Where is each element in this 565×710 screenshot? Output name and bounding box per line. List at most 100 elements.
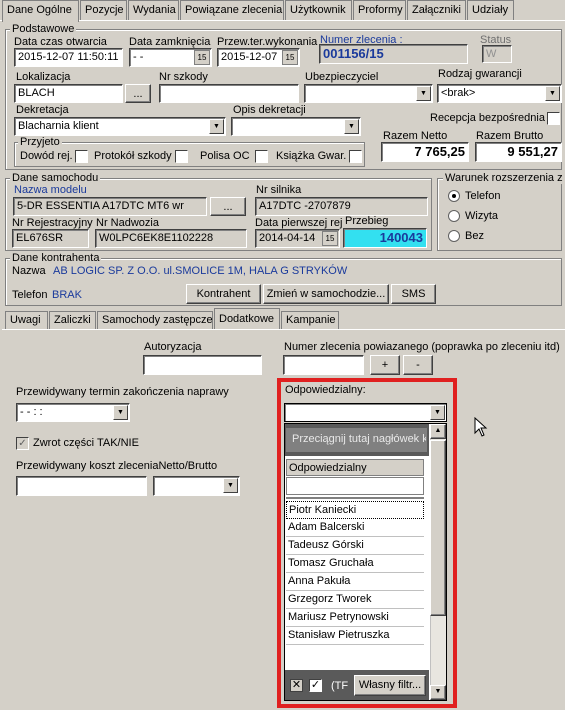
opis-dekretacji-select[interactable]: ▼ <box>231 117 361 136</box>
close-icon[interactable]: ✕ <box>290 679 303 692</box>
scroll-thumb[interactable] <box>430 440 446 616</box>
termin-value: - - : : <box>20 406 43 418</box>
chevron-down-icon[interactable]: ▼ <box>209 119 224 134</box>
koszt-netto-field[interactable] <box>16 476 147 496</box>
kontrahent-nazwa-label: Nazwa <box>12 265 46 277</box>
calendar-icon[interactable]: 15 <box>194 50 210 65</box>
tab-udzialy[interactable]: Udziały <box>467 0 514 20</box>
list-item[interactable]: Anna Pakuła <box>286 573 424 591</box>
chevron-down-icon[interactable]: ▼ <box>545 86 560 101</box>
minus-button[interactable]: - <box>403 355 433 375</box>
kontrahent-nazwa-value: AB LOGIC SP. Z O.O. ul.SMOLICE 1M, HALA … <box>53 265 348 277</box>
chevron-down-icon[interactable]: ▼ <box>344 119 359 134</box>
data-pierwszej-label: Data pierwszej rej <box>255 217 343 229</box>
tab-wydania[interactable]: Wydania <box>128 0 179 20</box>
przew-ter-label: Przew.ter.wykonania <box>217 36 318 48</box>
tab-zalaczniki[interactable]: Załączniki <box>407 0 466 20</box>
lokalizacja-browse-button[interactable]: ... <box>125 84 151 103</box>
tab-kampanie[interactable]: Kampanie <box>281 311 339 329</box>
dowod-checkbox[interactable] <box>75 150 88 163</box>
podstawowe-label: Podstawowe <box>10 23 77 35</box>
radio-bez-label: Bez <box>465 230 484 242</box>
filter-text: (TF <box>331 680 349 692</box>
nr-szkody-field[interactable] <box>159 84 299 103</box>
zmien-w-samochodzie-button[interactable]: Zmień w samochodzie... <box>263 284 389 304</box>
check-icon[interactable]: ✓ <box>309 679 322 692</box>
nr-rej-label: Nr Rejestracyjny <box>12 217 93 229</box>
dekretacja-select[interactable]: Blacharnia klient ▼ <box>14 117 226 136</box>
tab-samochody-zastepcze[interactable]: Samochody zastępcze <box>97 311 213 329</box>
odpowiedzialny-label: Odpowiedzialny: <box>285 384 366 396</box>
list-item[interactable]: Mariusz Petrynowski <box>286 609 424 627</box>
lokalizacja-field[interactable]: BLACH <box>14 84 123 103</box>
scroll-up-icon[interactable]: ▲ <box>430 424 446 439</box>
koszt-brutto-select[interactable]: ▼ <box>153 476 240 496</box>
chevron-down-icon[interactable]: ▼ <box>113 405 128 420</box>
radio-telefon[interactable] <box>448 190 460 202</box>
przew-ter-field[interactable]: 2015-12-07 15 <box>217 48 300 67</box>
razem-netto-field: 7 765,25 <box>381 142 469 162</box>
tab-proformy[interactable]: Proformy <box>353 0 406 20</box>
przebieg-field[interactable]: 140043 <box>343 228 427 248</box>
nr-silnika-label: Nr silnika <box>256 184 302 196</box>
numer-powiazanego-field[interactable] <box>283 355 364 375</box>
filter-row[interactable] <box>286 477 424 495</box>
tab-uzytkownik[interactable]: Użytkownik <box>285 0 352 20</box>
zwrot-checkbox[interactable]: ✓ <box>16 437 29 450</box>
razem-brutto-label: Razem Brutto <box>476 130 544 142</box>
list-separator <box>286 497 424 499</box>
opis-dekretacji-label: Opis dekretacji <box>233 104 306 116</box>
tab-zaliczki[interactable]: Zaliczki <box>49 311 96 329</box>
nazwa-modelu-browse-button[interactable]: ... <box>210 197 246 216</box>
sms-button[interactable]: SMS <box>391 284 436 304</box>
termin-field[interactable]: - - : : ▼ <box>16 403 130 422</box>
data-zamkniecia-field[interactable]: - - 15 <box>129 48 212 67</box>
data-otwarcia-field[interactable]: 2015-12-07 11:50:11 <box>14 48 123 67</box>
odpowiedzialny-select[interactable]: ▼ <box>284 403 447 422</box>
rodzaj-gwarancji-select[interactable]: <brak> ▼ <box>437 84 562 103</box>
ubezpieczyciel-select[interactable]: ▼ <box>304 84 433 103</box>
nr-nadwozia-label: Nr Nadwozia <box>96 217 159 229</box>
chevron-down-icon[interactable]: ▼ <box>430 405 445 420</box>
rodzaj-gwarancji-value: <brak> <box>441 87 476 99</box>
recepcja-checkbox[interactable] <box>547 112 560 125</box>
tab-dodatkowe[interactable]: Dodatkowe <box>214 308 280 329</box>
ksiazka-checkbox[interactable] <box>349 150 362 163</box>
list-item[interactable]: Piotr Kaniecki <box>286 501 424 519</box>
autoryzacja-field[interactable] <box>143 355 262 375</box>
plus-button[interactable]: + <box>370 355 400 375</box>
data-zamkniecia-value: - - <box>133 51 144 63</box>
list-item[interactable]: Tadeusz Górski <box>286 537 424 555</box>
polisa-checkbox[interactable] <box>255 150 268 163</box>
koszt-label: Przewidywany koszt zleceniaNetto/Brutto <box>16 460 218 472</box>
calendar-icon[interactable]: 15 <box>282 50 298 65</box>
protokol-checkbox[interactable] <box>175 150 188 163</box>
tab-uwagi[interactable]: Uwagi <box>5 311 48 329</box>
kontrahent-telefon-label: Telefon <box>12 289 48 301</box>
list-item[interactable]: Stanisław Pietruszka <box>286 627 424 645</box>
scroll-down-icon[interactable]: ▼ <box>430 685 446 700</box>
data-otwarcia-label: Data czas otwarcia <box>14 36 107 48</box>
razem-brutto-field: 9 551,27 <box>475 142 562 162</box>
tab-border <box>0 20 565 21</box>
list-item[interactable]: Tomasz Gruchała <box>286 555 424 573</box>
kontrahent-button[interactable]: Kontrahent <box>186 284 261 304</box>
warunek-label: Warunek rozszerzenia z <box>443 172 565 184</box>
calendar-icon[interactable]: 15 <box>322 231 338 246</box>
tab-pozycje[interactable]: Pozycje <box>80 0 127 20</box>
chevron-down-icon[interactable]: ▼ <box>223 478 238 493</box>
data-pierwszej-field: 2014-04-14 15 <box>255 229 340 248</box>
nr-silnika-field: A17DTC -2707879 <box>255 197 428 216</box>
ubezpieczyciel-label: Ubezpieczyciel <box>305 71 379 83</box>
tab-powiazane-zlecenia[interactable]: Powiązane zlecenia <box>180 0 284 20</box>
radio-wizyta[interactable] <box>448 210 460 222</box>
tab-dane-ogolne[interactable]: Dane Ogólne <box>2 0 79 22</box>
status-field: W <box>482 45 512 63</box>
recepcja-label: Recepcja bezpośrednia <box>430 112 545 124</box>
chevron-down-icon[interactable]: ▼ <box>416 86 431 101</box>
list-item[interactable]: Grzegorz Tworek <box>286 591 424 609</box>
wlasny-filtr-button[interactable]: Własny filtr... <box>354 675 426 696</box>
column-header[interactable]: Odpowiedzialny <box>286 459 424 476</box>
radio-bez[interactable] <box>448 230 460 242</box>
list-item[interactable]: Adam Balcerski <box>286 519 424 537</box>
